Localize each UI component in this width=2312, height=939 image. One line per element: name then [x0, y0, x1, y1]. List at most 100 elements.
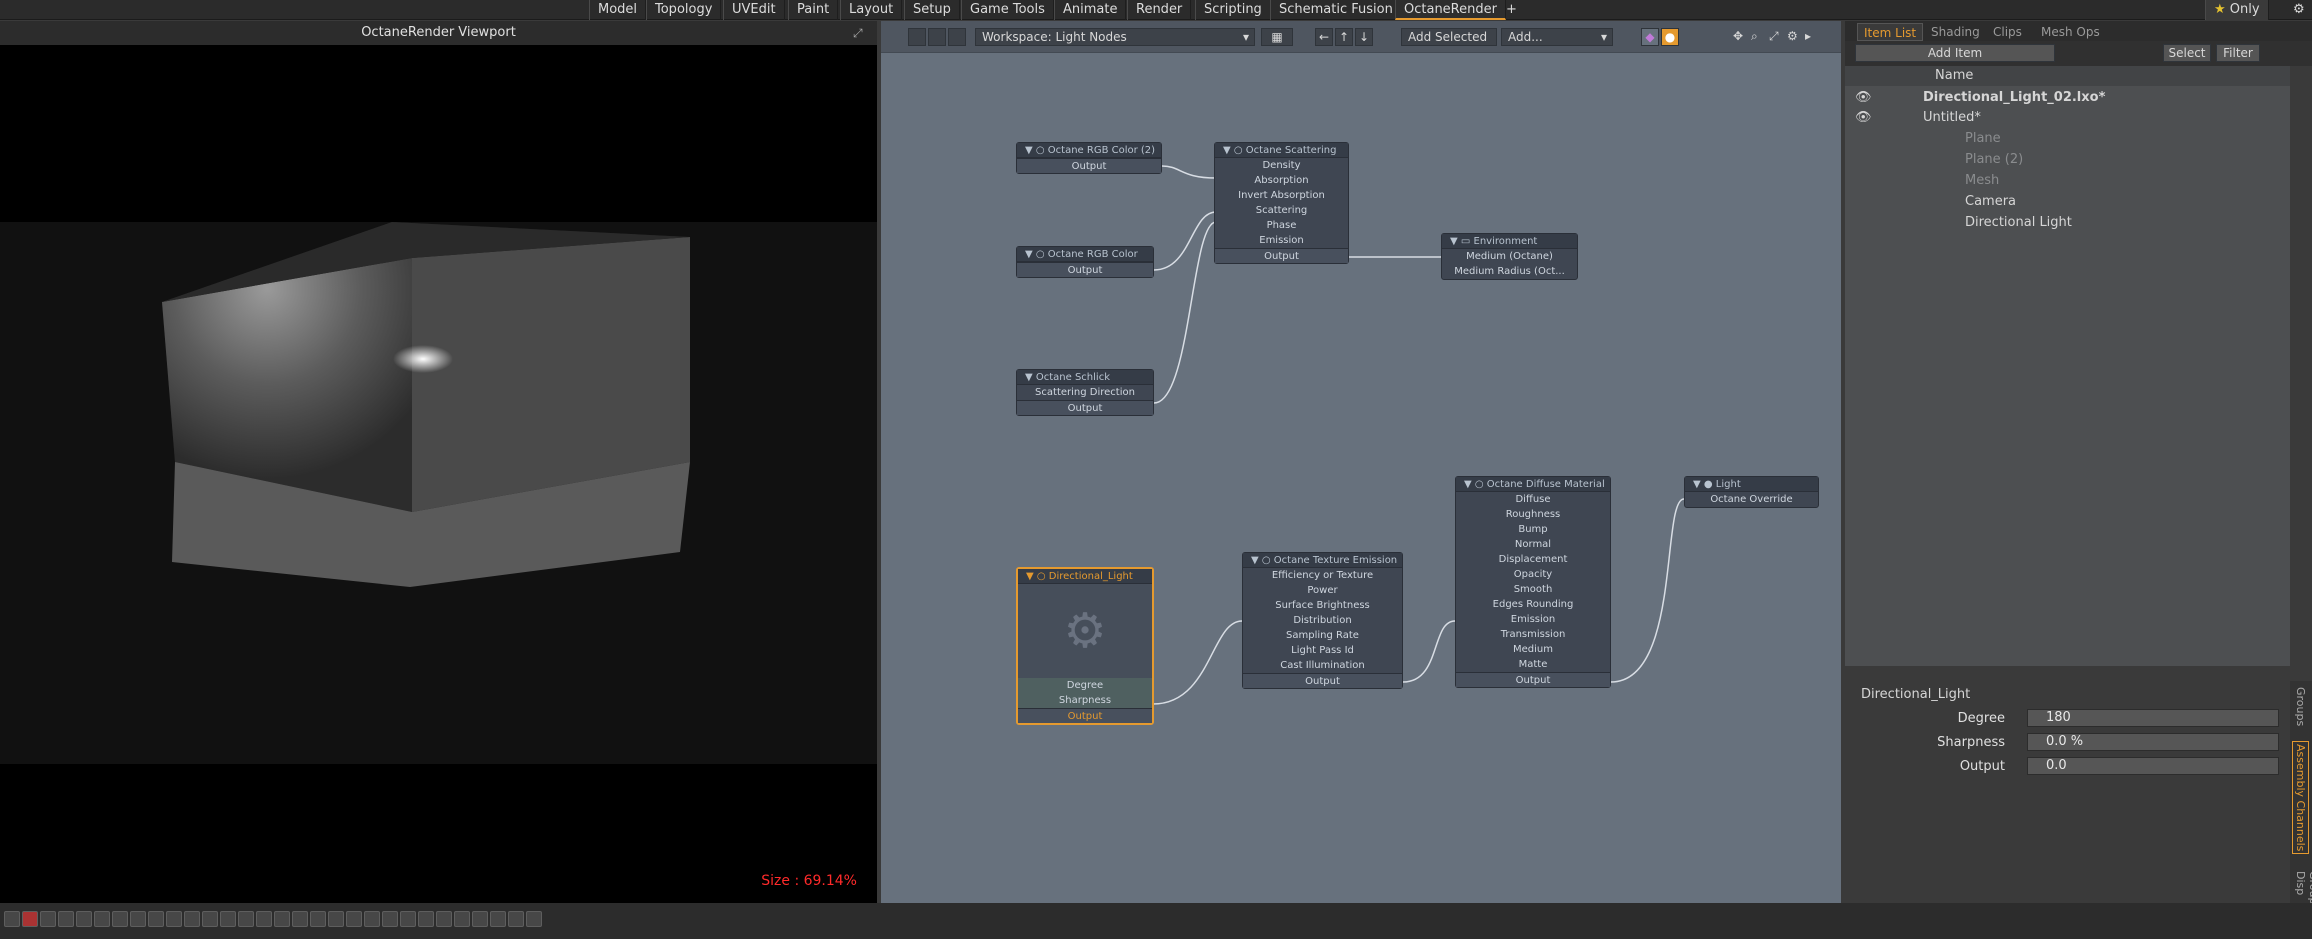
filter-button[interactable]: Filter	[2216, 44, 2260, 62]
node-input[interactable]: Efficiency or Texture	[1243, 568, 1402, 583]
node-texture-emission[interactable]: ▼ ○ Octane Texture Emission Efficiency o…	[1242, 552, 1403, 689]
tool-icon[interactable]	[382, 911, 398, 927]
tab-assembly-channels[interactable]: Assembly Channels	[2292, 741, 2309, 855]
list-item[interactable]: Mesh	[1845, 171, 2290, 191]
tab-clips[interactable]: Clips	[1987, 23, 2028, 41]
node-input[interactable]: Roughness	[1456, 507, 1610, 522]
node-input[interactable]: Surface Brightness	[1243, 598, 1402, 613]
node-header[interactable]: ▼ ▭ Environment	[1442, 234, 1577, 249]
node-input[interactable]: Medium (Octane)	[1442, 249, 1577, 264]
list-item[interactable]: Directional Light	[1845, 213, 2290, 233]
node-input[interactable]: Absorption	[1215, 173, 1348, 188]
add-tab-button[interactable]: +	[1498, 0, 1525, 20]
node-input[interactable]: Normal	[1456, 537, 1610, 552]
tab-item-list[interactable]: Item List	[1857, 23, 1924, 41]
node-light[interactable]: ▼ ● Light Octane Override	[1684, 476, 1819, 508]
tool-icon[interactable]	[166, 911, 182, 927]
node-input[interactable]: Scattering Direction	[1017, 385, 1153, 400]
node-header[interactable]: ▼ ○ Octane Texture Emission	[1243, 553, 1402, 568]
tab-schematic-fusion[interactable]: Schematic Fusion	[1270, 0, 1402, 20]
tool-icon[interactable]	[436, 911, 452, 927]
node-input[interactable]: Matte	[1456, 657, 1610, 672]
tool-icon[interactable]	[256, 911, 272, 927]
add-item-button[interactable]: Add Item	[1855, 44, 2055, 62]
tool-icon[interactable]	[490, 911, 506, 927]
node-header[interactable]: ▼ ○ Octane Diffuse Material	[1456, 477, 1610, 492]
node-input[interactable]: Phase	[1215, 218, 1348, 233]
node-input[interactable]: Opacity	[1456, 567, 1610, 582]
settings-gear-icon[interactable]: ⚙	[2285, 0, 2312, 20]
tab-game-tools[interactable]: Game Tools	[961, 0, 1054, 20]
tab-animate[interactable]: Animate	[1054, 0, 1127, 20]
tool-icon[interactable]	[328, 911, 344, 927]
tab-topology[interactable]: Topology	[646, 0, 722, 20]
eye-icon[interactable]: 👁	[1855, 90, 1872, 105]
tab-mesh-ops[interactable]: Mesh Ops	[2035, 23, 2106, 41]
output-field[interactable]: 0.0	[2027, 757, 2279, 775]
node-output[interactable]: Output	[1017, 400, 1153, 415]
tab-uvedit[interactable]: UVEdit	[723, 0, 785, 20]
only-button[interactable]: ★ Only	[2205, 0, 2269, 20]
node-input[interactable]: Sampling Rate	[1243, 628, 1402, 643]
node-header[interactable]: ▼ ○ Octane RGB Color	[1017, 247, 1153, 262]
node-diffuse-material[interactable]: ▼ ○ Octane Diffuse Material Diffuse Roug…	[1455, 476, 1611, 688]
node-header[interactable]: ▼ ○ Octane Scattering	[1215, 143, 1348, 158]
tool-icon[interactable]	[112, 911, 128, 927]
eye-icon[interactable]: 👁	[1855, 110, 1872, 125]
tool-icon[interactable]	[454, 911, 470, 927]
tool-icon[interactable]	[148, 911, 164, 927]
pause-icon[interactable]	[40, 911, 56, 927]
node-input[interactable]: Edges Rounding	[1456, 597, 1610, 612]
tool-icon[interactable]	[202, 911, 218, 927]
node-header[interactable]: ▼ ○ Directional_Light	[1018, 569, 1152, 584]
select-button[interactable]: Select	[2163, 44, 2211, 62]
node-editor[interactable]: Workspace: Light Nodes ▾ ▦ ← ↑ ↓ Add Sel…	[881, 21, 1841, 903]
node-input[interactable]: Power	[1243, 583, 1402, 598]
node-input[interactable]: Medium Radius (Oct...	[1442, 264, 1577, 279]
tool-icon[interactable]	[220, 911, 236, 927]
node-header[interactable]: ▼ ○ Octane RGB Color (2)	[1017, 143, 1161, 158]
tool-icon[interactable]	[472, 911, 488, 927]
node-input[interactable]: Light Pass Id	[1243, 643, 1402, 658]
tab-layout[interactable]: Layout	[840, 0, 903, 20]
node-input[interactable]: Cast Illumination	[1243, 658, 1402, 673]
tool-icon[interactable]	[400, 911, 416, 927]
node-input[interactable]: Displacement	[1456, 552, 1610, 567]
node-input[interactable]: Emission	[1215, 233, 1348, 248]
tool-icon[interactable]	[364, 911, 380, 927]
list-item[interactable]: 👁 Directional_Light_02.lxo*	[1845, 88, 2290, 108]
node-input[interactable]: Smooth	[1456, 582, 1610, 597]
node-header[interactable]: ▼ Octane Schlick	[1017, 370, 1153, 385]
node-output[interactable]: Output	[1243, 673, 1402, 688]
node-directional-light[interactable]: ▼ ○ Directional_Light ⚙ Degree Sharpness…	[1016, 567, 1154, 725]
record-icon[interactable]	[22, 911, 38, 927]
node-output[interactable]: Output	[1018, 708, 1152, 723]
tab-groups[interactable]: Groups	[2294, 687, 2307, 726]
node-input[interactable]: Distribution	[1243, 613, 1402, 628]
node-output[interactable]: Output	[1215, 248, 1348, 263]
node-input[interactable]: Scattering	[1215, 203, 1348, 218]
refresh-icon[interactable]	[58, 911, 74, 927]
node-input[interactable]: Diffuse	[1456, 492, 1610, 507]
tab-setup[interactable]: Setup	[904, 0, 960, 20]
maximize-icon[interactable]: ⤢	[853, 26, 863, 41]
list-item[interactable]: Plane	[1845, 129, 2290, 149]
tool-icon[interactable]	[346, 911, 362, 927]
tool-icon[interactable]	[130, 911, 146, 927]
node-input[interactable]: Transmission	[1456, 627, 1610, 642]
tool-icon[interactable]	[184, 911, 200, 927]
list-item[interactable]: 👁 Untitled*	[1845, 108, 2290, 128]
node-output[interactable]: Output	[1017, 262, 1153, 277]
tab-render[interactable]: Render	[1127, 0, 1192, 20]
node-input[interactable]: Degree	[1018, 678, 1152, 693]
tab-scripting[interactable]: Scripting	[1195, 0, 1271, 20]
tool-icon[interactable]	[508, 911, 524, 927]
node-input[interactable]: Bump	[1456, 522, 1610, 537]
tab-paint[interactable]: Paint	[788, 0, 839, 20]
node-input[interactable]: Invert Absorption	[1215, 188, 1348, 203]
node-header[interactable]: ▼ ● Light	[1685, 477, 1818, 492]
close-icon[interactable]	[4, 911, 20, 927]
tool-icon[interactable]	[310, 911, 326, 927]
tool-icon[interactable]	[238, 911, 254, 927]
node-input[interactable]: Sharpness	[1018, 693, 1152, 708]
